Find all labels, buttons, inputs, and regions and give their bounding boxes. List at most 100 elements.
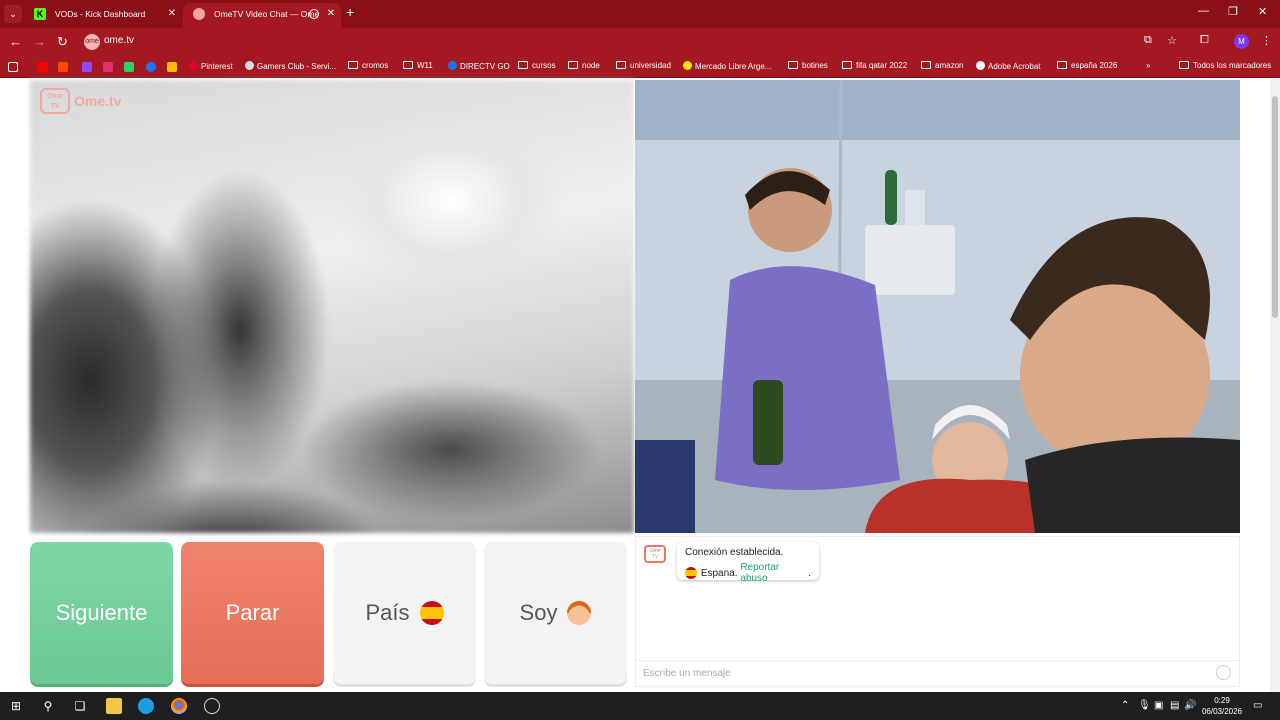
next-button[interactable]: Siguiente: [30, 542, 173, 684]
site-info-icon[interactable]: ome: [84, 34, 100, 50]
scrollbar-thumb[interactable]: [1272, 96, 1278, 318]
tab-title: VODs - Kick Dashboard: [55, 9, 146, 19]
folder-icon: [403, 61, 413, 69]
gender-button[interactable]: Soy: [484, 542, 627, 684]
bookmark-site-icon[interactable]: [58, 62, 68, 72]
open-in-app-icon[interactable]: ⧉: [1144, 34, 1152, 47]
omnibox[interactable]: ome ome.tv: [80, 31, 1225, 53]
bookmark-botines[interactable]: botines: [788, 61, 828, 70]
bookmark-cursos[interactable]: cursos: [518, 61, 556, 70]
folder-icon: [568, 61, 578, 69]
bookmark-pinterest[interactable]: Pinterest: [189, 61, 233, 71]
all-bookmarks-button[interactable]: Todos los marcadores: [1179, 61, 1271, 70]
bookmark-mercado-libre[interactable]: Mercado Libre Arge...: [683, 61, 771, 71]
obs-icon[interactable]: [204, 698, 220, 714]
search-icon[interactable]: ⚲: [40, 698, 56, 714]
microphone-icon[interactable]: 🎙: [1138, 700, 1151, 711]
bookmark-star-icon[interactable]: ☆: [1167, 34, 1177, 47]
report-suffix: .: [808, 567, 811, 579]
new-tab-button[interactable]: +: [346, 4, 354, 20]
extensions-icon[interactable]: ⧠: [1200, 34, 1209, 47]
clock-time: 0:29: [1214, 696, 1230, 705]
file-explorer-icon[interactable]: [106, 698, 122, 714]
reload-icon[interactable]: ↻: [57, 34, 68, 50]
twitch-icon[interactable]: [82, 62, 92, 72]
bookmark-amazon[interactable]: amazon: [921, 61, 963, 70]
bookmark-cromos[interactable]: cromos: [348, 61, 388, 70]
tray-overflow-icon[interactable]: ⌃: [1121, 700, 1129, 711]
bookmark-universidad[interactable]: universidad: [616, 61, 671, 70]
mercado-libre-icon: [683, 61, 692, 70]
tab-kick-dashboard[interactable]: K VODs - Kick Dashboard ✕: [24, 3, 182, 28]
tab-title: OmeTV Video Chat — Ome: [214, 9, 320, 19]
facebook-icon[interactable]: [146, 62, 156, 72]
tab-search-button[interactable]: ⌄: [4, 5, 22, 23]
chrome-icon[interactable]: [171, 698, 187, 714]
country-button[interactable]: País: [333, 542, 476, 684]
gamers-club-icon: [245, 61, 254, 70]
volume-icon[interactable]: 🔊: [1184, 700, 1196, 711]
bookmark-directv-go[interactable]: DIRECTV GO: [448, 61, 510, 71]
folder-icon: [348, 61, 358, 69]
bookmarks-overflow-button[interactable]: »: [1146, 61, 1150, 70]
stop-button-label: Parar: [225, 600, 280, 625]
url-text[interactable]: ome.tv: [104, 35, 134, 46]
camera-icon[interactable]: ▣: [1154, 700, 1163, 711]
bookmark-gamers-club[interactable]: Gamers Club - Servi...: [245, 61, 336, 71]
pinterest-icon: [189, 61, 198, 70]
taskbar-clock[interactable]: 0:29 06/03/2026: [1198, 695, 1246, 717]
notifications-icon[interactable]: ▭: [1253, 700, 1262, 711]
ometv-logo-icon: Ome TV: [40, 88, 70, 114]
network-icon[interactable]: ▤: [1170, 700, 1179, 711]
profile-avatar[interactable]: M: [1234, 34, 1249, 49]
apps-grid-icon[interactable]: [8, 62, 18, 72]
clock-date: 06/03/2026: [1201, 707, 1243, 716]
spain-flag-icon: [419, 601, 444, 625]
bookmark-node[interactable]: node: [568, 61, 600, 70]
remote-video-scene: [635, 80, 1240, 533]
message-input[interactable]: Escribe un mensaje: [636, 660, 1239, 686]
ometv-chat-icon: Ome TV: [644, 545, 666, 563]
country-button-label: País: [365, 600, 410, 625]
folder-icon: [1179, 61, 1189, 69]
bookmark-w11[interactable]: W11: [403, 61, 433, 70]
windows-start-icon[interactable]: ⊞: [8, 698, 24, 714]
boy-emoji-icon: [567, 601, 592, 625]
bookmarks-bar: Pinterest Gamers Club - Servi... cromos …: [0, 56, 1280, 78]
folder-icon: [842, 61, 852, 69]
restore-icon[interactable]: ❐: [1228, 5, 1238, 18]
bookmark-espana-2026[interactable]: españa 2026: [1057, 61, 1117, 70]
tab-ometv[interactable]: OmeTV Video Chat — Ome ✕: [183, 3, 341, 28]
windows-taskbar: ⊞ ⚲ ❏ ⌃ 🎙 ▣ ▤ 🔊 0:29 06/03/2026 ▭: [0, 692, 1280, 720]
stop-button[interactable]: Parar: [181, 542, 324, 684]
report-abuse-link[interactable]: Reportar abuso: [740, 562, 808, 584]
folder-icon: [921, 61, 931, 69]
bookmark-adobe-acrobat[interactable]: Adobe Acrobat: [976, 61, 1040, 71]
back-icon[interactable]: ←: [9, 34, 22, 50]
whatsapp-icon[interactable]: [124, 62, 134, 72]
next-button-label: Siguiente: [55, 600, 148, 625]
instagram-icon[interactable]: [103, 62, 113, 72]
ometv-logo[interactable]: Ome TV Ome.tv: [40, 88, 121, 114]
youtube-icon[interactable]: [38, 62, 48, 72]
local-video: [30, 80, 634, 533]
partner-country: Espana.: [700, 567, 738, 579]
minimize-icon[interactable]: —: [1198, 5, 1209, 17]
emoji-picker-icon[interactable]: [1216, 665, 1231, 680]
forward-icon[interactable]: →: [33, 34, 46, 50]
remote-video: [635, 80, 1240, 533]
drive-icon[interactable]: [167, 62, 177, 72]
recording-icon: [309, 9, 319, 19]
close-icon[interactable]: ✕: [327, 3, 335, 25]
acrobat-icon: [976, 61, 985, 70]
bookmark-fifa-qatar[interactable]: fifa qatar 2022: [842, 61, 907, 70]
task-view-icon[interactable]: ❏: [72, 698, 88, 714]
ometv-logo-text: Ome.tv: [74, 93, 122, 109]
more-menu-icon[interactable]: ⋮: [1261, 34, 1272, 47]
edge-icon[interactable]: [138, 698, 154, 714]
directv-icon: [448, 61, 457, 70]
system-message: Conexión establecida. Espana. Reportar a…: [677, 542, 819, 584]
folder-icon: [788, 61, 798, 69]
window-close-icon[interactable]: ✕: [1258, 5, 1267, 18]
close-icon[interactable]: ✕: [168, 3, 176, 25]
